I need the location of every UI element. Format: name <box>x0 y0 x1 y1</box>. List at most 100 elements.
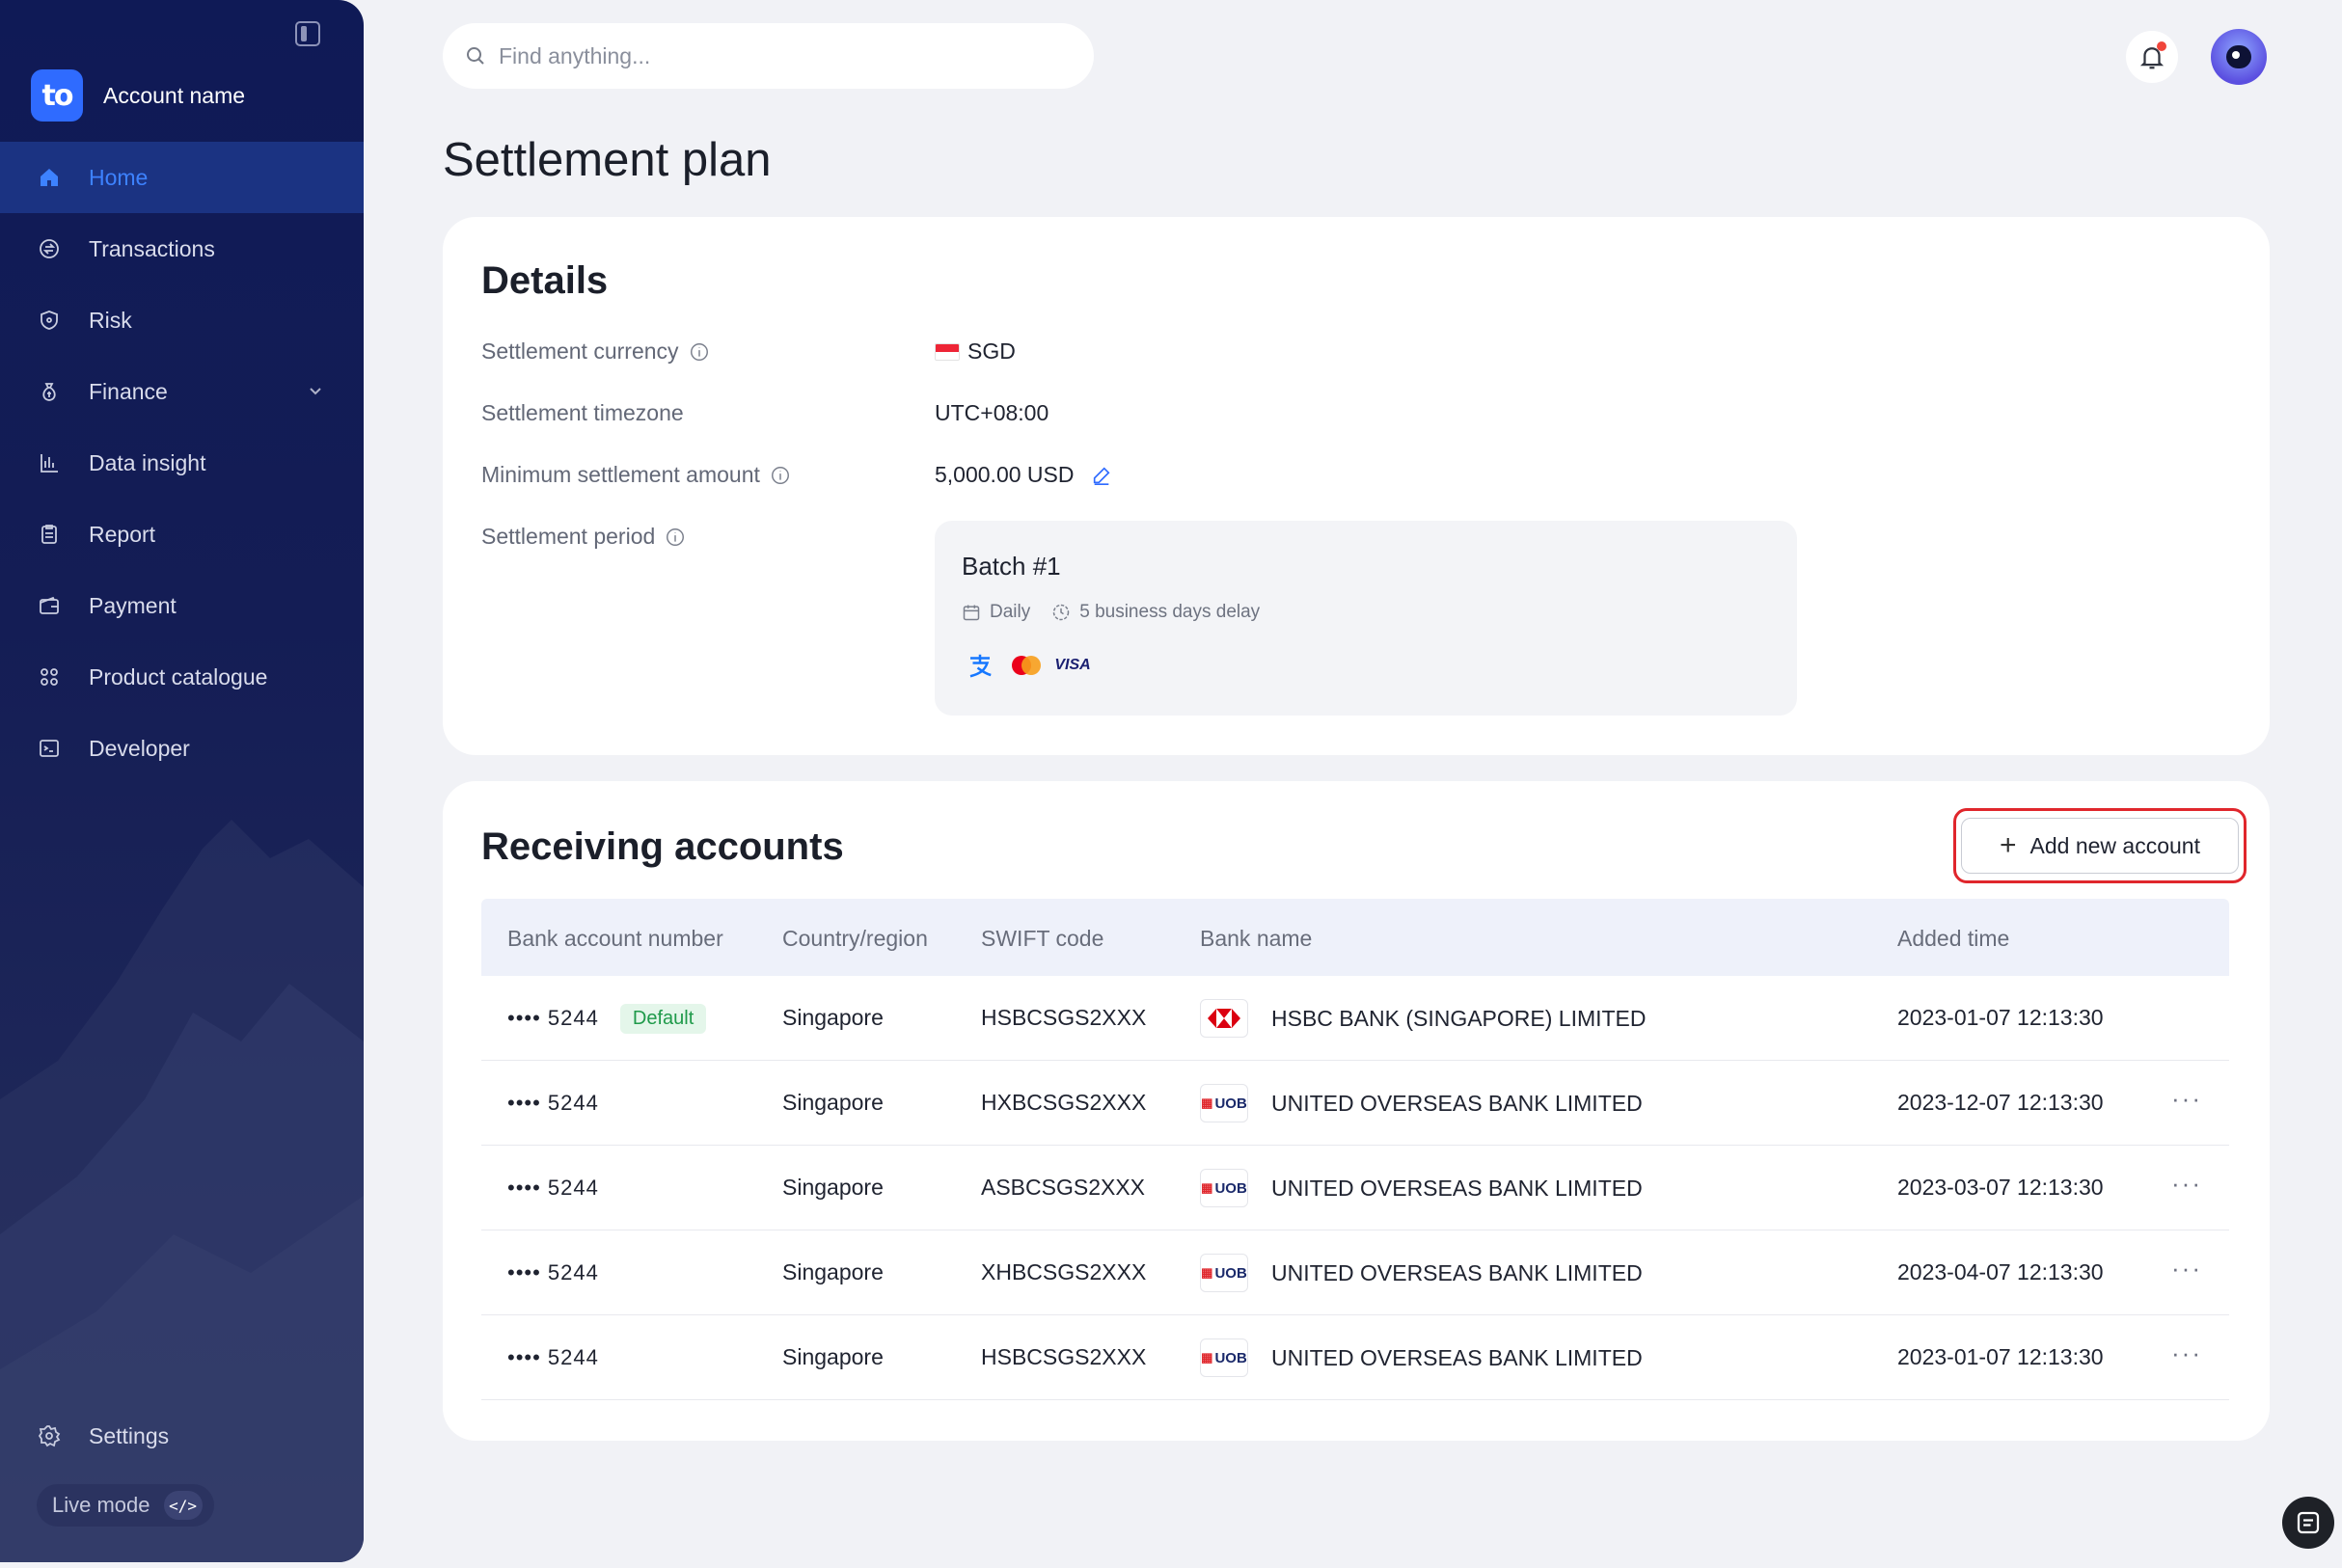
receiving-accounts-card: Receiving accounts + Add new account Ban… <box>443 781 2270 1441</box>
search-bar[interactable] <box>443 23 1094 89</box>
plus-icon: + <box>2000 829 2017 861</box>
minimum-settlement-amount-value: 5,000.00 USD <box>935 462 1112 488</box>
label-text: Settlement currency <box>481 338 679 364</box>
sidebar-item-label: Settings <box>89 1422 170 1448</box>
default-badge: Default <box>619 1003 707 1034</box>
visa-icon: VISA <box>1054 657 1091 673</box>
account-switcher[interactable]: to Account name <box>31 69 245 122</box>
sidebar-item-payment[interactable]: Payment <box>0 570 364 641</box>
value-text: SGD <box>967 338 1016 364</box>
more-actions-icon[interactable]: ··· <box>2171 1338 2202 1368</box>
bank-name: UNITED OVERSEAS BANK LIMITED <box>1271 1175 1643 1201</box>
minimum-settlement-amount-label: Minimum settlement amount <box>481 462 791 488</box>
column-header-swift-code[interactable]: SWIFT code <box>981 926 1103 952</box>
avatar[interactable] <box>2211 29 2267 85</box>
batch-title: Batch #1 <box>962 552 1061 581</box>
settlement-timezone-value: UTC+08:00 <box>935 400 1049 425</box>
table-row[interactable]: •••• 5244 Singapore HSBCSGS2XXX ▦ UOB UNI… <box>481 1315 2229 1400</box>
bank-name: HSBC BANK (SINGAPORE) LIMITED <box>1271 1005 1647 1031</box>
sidebar-item-data-insight[interactable]: Data insight <box>0 427 364 499</box>
chevron-down-icon[interactable] <box>306 381 325 400</box>
singapore-flag-icon <box>935 342 960 361</box>
table-row[interactable]: •••• 5244 Singapore ASBCSGS2XXX ▦ UOB UNI… <box>481 1146 2229 1230</box>
country-cell: Singapore <box>782 1005 884 1030</box>
swift-code-cell: XHBCSGS2XXX <box>981 1259 1147 1284</box>
bank-name-cell: ▦ UOB UNITED OVERSEAS BANK LIMITED <box>1200 1167 1643 1209</box>
more-actions-icon[interactable]: ··· <box>2171 1084 2202 1114</box>
sidebar-item-finance[interactable]: Finance <box>0 356 364 427</box>
bank-name: UNITED OVERSEAS BANK LIMITED <box>1271 1259 1643 1285</box>
antom-logo: to <box>31 69 83 122</box>
column-header-country-region[interactable]: Country/region <box>782 926 928 952</box>
settlement-period-label: Settlement period <box>481 524 686 550</box>
column-header-bank-account-number[interactable]: Bank account number <box>507 926 723 952</box>
more-actions-icon[interactable]: ··· <box>2171 1169 2202 1199</box>
batch-meta: Daily 5 business days delay <box>962 602 1260 623</box>
more-actions-icon[interactable]: ··· <box>2171 1254 2202 1284</box>
payment-methods: VISA <box>962 652 1101 679</box>
table-row[interactable]: •••• 5244 Singapore HXBCSGS2XXX ▦ UOB UNI… <box>481 1061 2229 1146</box>
bank-account-number-cell: •••• 5244 Default <box>507 997 707 1040</box>
chart-icon <box>37 450 62 475</box>
sidebar-item-label: Risk <box>89 307 132 333</box>
uob-logo-text: UOB <box>1214 1179 1247 1197</box>
terminal-icon <box>37 736 62 761</box>
receiving-accounts-title: Receiving accounts <box>481 825 844 868</box>
live-mode-toggle[interactable]: Live mode </> <box>37 1484 214 1527</box>
label-text: Settlement period <box>481 524 656 549</box>
account-number: •••• 5244 <box>507 1345 599 1369</box>
wallet-icon <box>37 593 62 618</box>
bank-account-number-cell: •••• 5244 <box>507 1167 599 1209</box>
edit-icon[interactable] <box>1091 465 1112 486</box>
alipay-icon <box>962 652 998 679</box>
sidebar-item-report[interactable]: Report <box>0 499 364 570</box>
sidebar-item-transactions[interactable]: Transactions <box>0 213 364 284</box>
column-header-added-time[interactable]: Added time <box>1897 926 2009 952</box>
sidebar-item-home[interactable]: Home <box>0 142 364 213</box>
country-cell: Singapore <box>782 1175 884 1200</box>
sidebar-item-label: Report <box>89 521 156 547</box>
table-header: Bank account number Country/region SWIFT… <box>481 899 2229 976</box>
sidebar-item-product-catalogue[interactable]: Product catalogue <box>0 641 364 713</box>
batch-delay: 5 business days delay <box>1079 602 1261 622</box>
added-time-cell: 2023-04-07 12:13:30 <box>1897 1259 2104 1284</box>
collapse-sidebar-icon[interactable] <box>295 21 320 46</box>
value-text: 5,000.00 USD <box>935 462 1075 487</box>
account-number: •••• 5244 <box>507 1260 599 1284</box>
sidebar-nav: Home Transactions Risk Finance Data insi… <box>0 142 364 784</box>
sidebar-item-label: Home <box>89 164 149 190</box>
bank-name: UNITED OVERSEAS BANK LIMITED <box>1271 1344 1643 1370</box>
bank-name-cell: ▦ UOB UNITED OVERSEAS BANK LIMITED <box>1200 1252 1643 1294</box>
sidebar-item-developer[interactable]: Developer <box>0 713 364 784</box>
code-icon: </> <box>163 1491 203 1520</box>
batch-card: Batch #1 Daily 5 business days delay VIS… <box>935 521 1797 716</box>
sidebar-item-settings[interactable]: Settings <box>0 1400 364 1472</box>
table-row[interactable]: •••• 5244 Default Singapore HSBCSGS2XXX … <box>481 976 2229 1061</box>
info-icon[interactable] <box>689 341 710 363</box>
gear-icon <box>37 1423 62 1448</box>
sidebar-item-risk[interactable]: Risk <box>0 284 364 356</box>
hsbc-logo-icon <box>1200 999 1248 1038</box>
settlement-currency-label: Settlement currency <box>481 338 710 365</box>
calendar-icon <box>963 605 980 621</box>
info-icon[interactable] <box>665 527 686 548</box>
add-new-account-button[interactable]: + Add new account <box>1961 818 2239 874</box>
home-icon <box>37 165 62 190</box>
column-header-bank-name[interactable]: Bank name <box>1200 926 1312 952</box>
search-input[interactable] <box>499 42 1039 69</box>
feedback-button[interactable] <box>2282 1497 2334 1549</box>
uob-logo-text: UOB <box>1214 1095 1247 1112</box>
sidebar-item-label: Transactions <box>89 235 215 261</box>
table-row[interactable]: •••• 5244 Singapore XHBCSGS2XXX ▦ UOB UNI… <box>481 1230 2229 1315</box>
notifications-button[interactable] <box>2126 31 2178 83</box>
info-icon[interactable] <box>770 465 791 486</box>
uob-logo-icon: ▦ UOB <box>1200 1338 1248 1377</box>
sidebar-item-label: Developer <box>89 735 190 761</box>
avatar-face-icon <box>2226 45 2251 68</box>
details-card: Details Settlement currency SGD Settleme… <box>443 217 2270 755</box>
settlement-timezone-label: Settlement timezone <box>481 400 684 426</box>
added-time-cell: 2023-12-07 12:13:30 <box>1897 1090 2104 1115</box>
sidebar-item-label: Payment <box>89 592 177 618</box>
add-new-account-label: Add new account <box>2029 832 2200 858</box>
added-time-cell: 2023-03-07 12:13:30 <box>1897 1175 2104 1200</box>
